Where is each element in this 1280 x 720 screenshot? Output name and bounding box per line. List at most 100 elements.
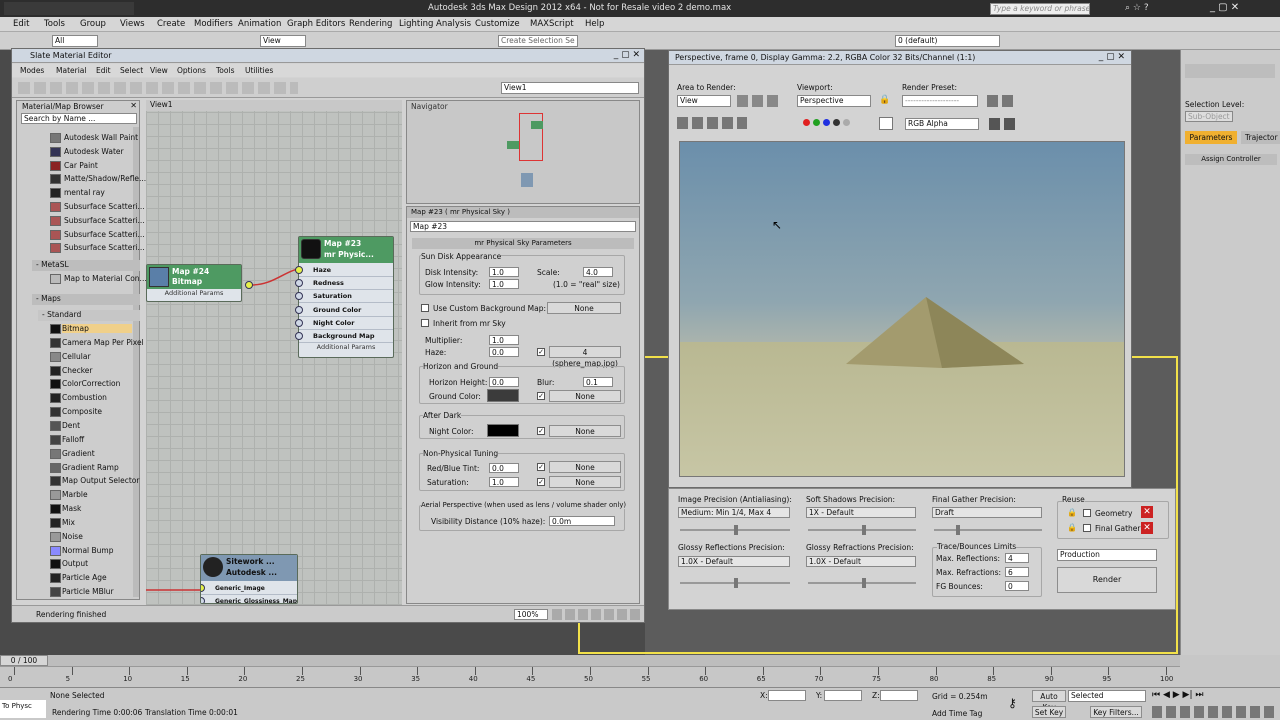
standard-group-header[interactable]: - Standard [38, 310, 140, 321]
multiplier-spinner[interactable]: 1.0 [489, 335, 519, 345]
browser-material-item[interactable]: Subsurface Scatteri... [64, 202, 145, 211]
browser-material-item[interactable]: Autodesk Water [64, 147, 124, 156]
browser-map-item[interactable]: Particle Age [62, 573, 132, 582]
scale-spinner[interactable]: 4.0 [583, 267, 613, 277]
saturation-map-checkbox[interactable]: ✓ [537, 477, 545, 486]
render-button[interactable]: Render [1057, 567, 1157, 593]
key-filters-button[interactable]: Key Filters... [1090, 706, 1142, 718]
maps-group-header[interactable]: - Maps [32, 294, 140, 305]
sub-object-dropdown[interactable]: Sub-Object [1185, 111, 1233, 122]
final-gather-slider[interactable] [934, 525, 1042, 535]
input-port[interactable] [295, 332, 303, 340]
render-preset-dropdown[interactable]: -------------------- [902, 95, 978, 107]
browser-map-item[interactable]: Normal Bump [62, 546, 132, 555]
sitework-slot[interactable]: Generic_Glossiness_Map [201, 595, 297, 603]
background-color-swatch[interactable] [879, 117, 893, 130]
render-window-controls[interactable]: _ ▢ ✕ [1099, 52, 1125, 62]
redblue-spinner[interactable]: 0.0 [489, 463, 519, 473]
sky-slot[interactable]: Haze [299, 264, 393, 277]
browser-scrollbar[interactable] [133, 127, 139, 597]
browser-material-item[interactable]: Car Paint [64, 161, 98, 170]
menu-create[interactable]: Create [157, 19, 185, 29]
navigation-icons[interactable] [552, 609, 640, 620]
browser-material-item[interactable]: Subsurface Scatteri... [64, 243, 145, 252]
input-port[interactable] [295, 266, 303, 274]
channel-toggles[interactable] [803, 119, 850, 129]
menu-customize[interactable]: Customize [475, 19, 520, 29]
sky-slot[interactable]: Saturation [299, 290, 393, 304]
tab-trajectories[interactable]: Trajector [1241, 131, 1280, 144]
image-precision-slider[interactable] [680, 525, 790, 535]
add-time-tag[interactable]: Add Time Tag [932, 709, 982, 718]
production-dropdown[interactable]: Production [1057, 549, 1157, 561]
browser-map-item[interactable]: Dent [62, 421, 132, 430]
browser-material-item[interactable]: mental ray [64, 188, 105, 197]
sky-slot[interactable]: Background Map [299, 330, 393, 343]
menu-modifiers[interactable]: Modifiers [194, 19, 233, 29]
menu-help[interactable]: Help [585, 19, 604, 29]
soft-shadows-slider[interactable] [808, 525, 916, 535]
disk-intensity-spinner[interactable]: 1.0 [489, 267, 519, 277]
named-selection-set-input[interactable]: Create Selection Se [498, 35, 578, 47]
menu-edit[interactable]: Edit [13, 19, 29, 29]
ground-map-checkbox[interactable]: ✓ [537, 391, 545, 400]
haze-map-button[interactable]: 4 (sphere_map.jpg) [549, 346, 621, 368]
clear-geometry-icon[interactable]: ✕ [1141, 506, 1153, 518]
playback-controls[interactable]: ⏮ ◀ ▶ ▶| ⏭ [1152, 690, 1203, 700]
fg-bounces-spinner[interactable]: 0 [1005, 581, 1029, 591]
zoom-dropdown[interactable]: 100% [514, 609, 548, 620]
menu-views[interactable]: Views [120, 19, 145, 29]
command-panel-tabs[interactable] [1185, 64, 1275, 78]
saturation-map-button[interactable]: None [549, 476, 621, 488]
saturation-spinner[interactable]: 1.0 [489, 477, 519, 487]
view-dropdown[interactable]: View1 [501, 82, 639, 94]
browser-map-item[interactable]: Composite [62, 407, 132, 416]
key-mode-dropdown[interactable]: Selected [1068, 690, 1146, 702]
viewport-dropdown[interactable]: Perspective [797, 95, 871, 107]
night-color-swatch[interactable] [487, 424, 519, 437]
sitework-slot[interactable]: Generic_Image [201, 582, 297, 595]
menu-lighting-analysis[interactable]: Lighting Analysis [399, 19, 471, 29]
custom-bg-map-button[interactable]: None [547, 302, 621, 314]
geometry-checkbox[interactable] [1083, 508, 1091, 517]
y-coordinate-input[interactable] [824, 690, 862, 701]
region-icons[interactable] [737, 95, 781, 107]
slate-menu-edit[interactable]: Edit [96, 66, 111, 75]
browser-map-item[interactable]: Bitmap [62, 324, 132, 333]
search-input[interactable]: Type a keyword or phrase [990, 3, 1090, 15]
auto-key-button[interactable]: Auto Key [1032, 690, 1066, 712]
haze-map-checkbox[interactable]: ✓ [537, 347, 545, 356]
sky-slot[interactable]: Ground Color [299, 303, 393, 317]
slate-menu-utilities[interactable]: Utilities [245, 66, 273, 75]
glossy-refl-slider[interactable] [680, 578, 790, 588]
node-sitework[interactable]: Sitework ... Autodesk ... Generic_Image G… [200, 554, 298, 604]
browser-material-item[interactable]: Autodesk Wall Paint [64, 133, 138, 142]
inherit-checkbox[interactable] [421, 318, 429, 327]
time-slider[interactable]: 0 / 100 [0, 655, 1180, 667]
horizon-height-spinner[interactable]: 0.0 [489, 377, 519, 387]
slate-menu-view[interactable]: View [150, 66, 168, 75]
menu-group[interactable]: Group [80, 19, 106, 29]
slate-menu-options[interactable]: Options [177, 66, 206, 75]
browser-map-item[interactable]: Mix [62, 518, 132, 527]
sky-slot[interactable]: Night Color [299, 316, 393, 330]
menu-maxscript[interactable]: MAXScript [530, 19, 574, 29]
browser-map-item[interactable]: Falloff [62, 435, 132, 444]
key-icon[interactable]: ⚷ [1008, 696, 1017, 710]
clear-fg-icon[interactable]: ✕ [1141, 522, 1153, 534]
browser-material-item[interactable]: Subsurface Scatteri... [64, 216, 145, 225]
slate-menu-modes[interactable]: Modes [20, 66, 44, 75]
slate-tool-icons[interactable] [18, 82, 298, 94]
browser-map-item[interactable]: Map Output Selector [62, 476, 139, 485]
browser-map-item[interactable]: Checker [62, 366, 132, 375]
area-to-render-dropdown[interactable]: View [677, 95, 731, 107]
slate-menu-tools[interactable]: Tools [216, 66, 234, 75]
maxscript-listener[interactable]: To Physc [0, 700, 46, 718]
night-map-checkbox[interactable]: ✓ [537, 426, 545, 435]
browser-map-item[interactable]: Mask [62, 504, 132, 513]
input-port[interactable] [295, 318, 303, 327]
fg-checkbox[interactable] [1083, 523, 1091, 532]
sky-slot[interactable]: Redness [299, 277, 393, 291]
geometry-lock-icon[interactable]: 🔒 [1067, 508, 1077, 517]
max-refl-spinner[interactable]: 4 [1005, 553, 1029, 563]
